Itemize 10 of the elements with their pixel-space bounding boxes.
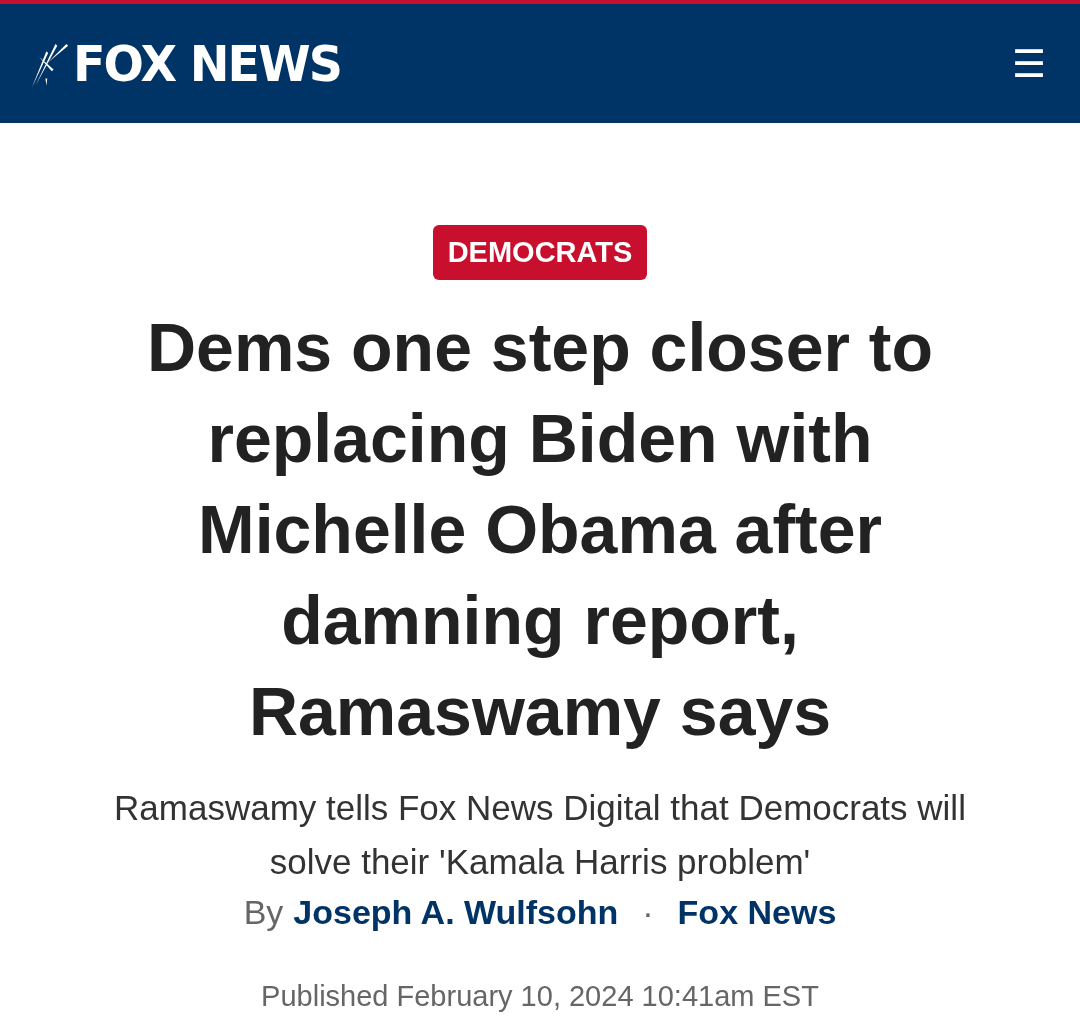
source-link[interactable]: Fox News bbox=[677, 893, 837, 932]
headline: Dems one step closer to replacing Biden with Michelle Obama after damning report, Ramaswamy says bbox=[146, 308, 934, 751]
category-tag[interactable]: DEMOCRATS bbox=[432, 225, 648, 280]
byline-prefix: By bbox=[243, 893, 284, 932]
logo-link[interactable]: FOX NEWS bbox=[30, 34, 348, 93]
published-date: Published February 10, 2024 10:41am EST bbox=[261, 980, 819, 1013]
menu-button[interactable]: ☰ bbox=[1008, 44, 1050, 83]
author-link[interactable]: Joseph A. Wulfsohn bbox=[293, 893, 619, 932]
byline-separator: · bbox=[642, 893, 654, 932]
subheadline: Ramaswamy tells Fox News Digital that Democrats will solve their 'Kamala Harris problem' bbox=[113, 787, 967, 883]
